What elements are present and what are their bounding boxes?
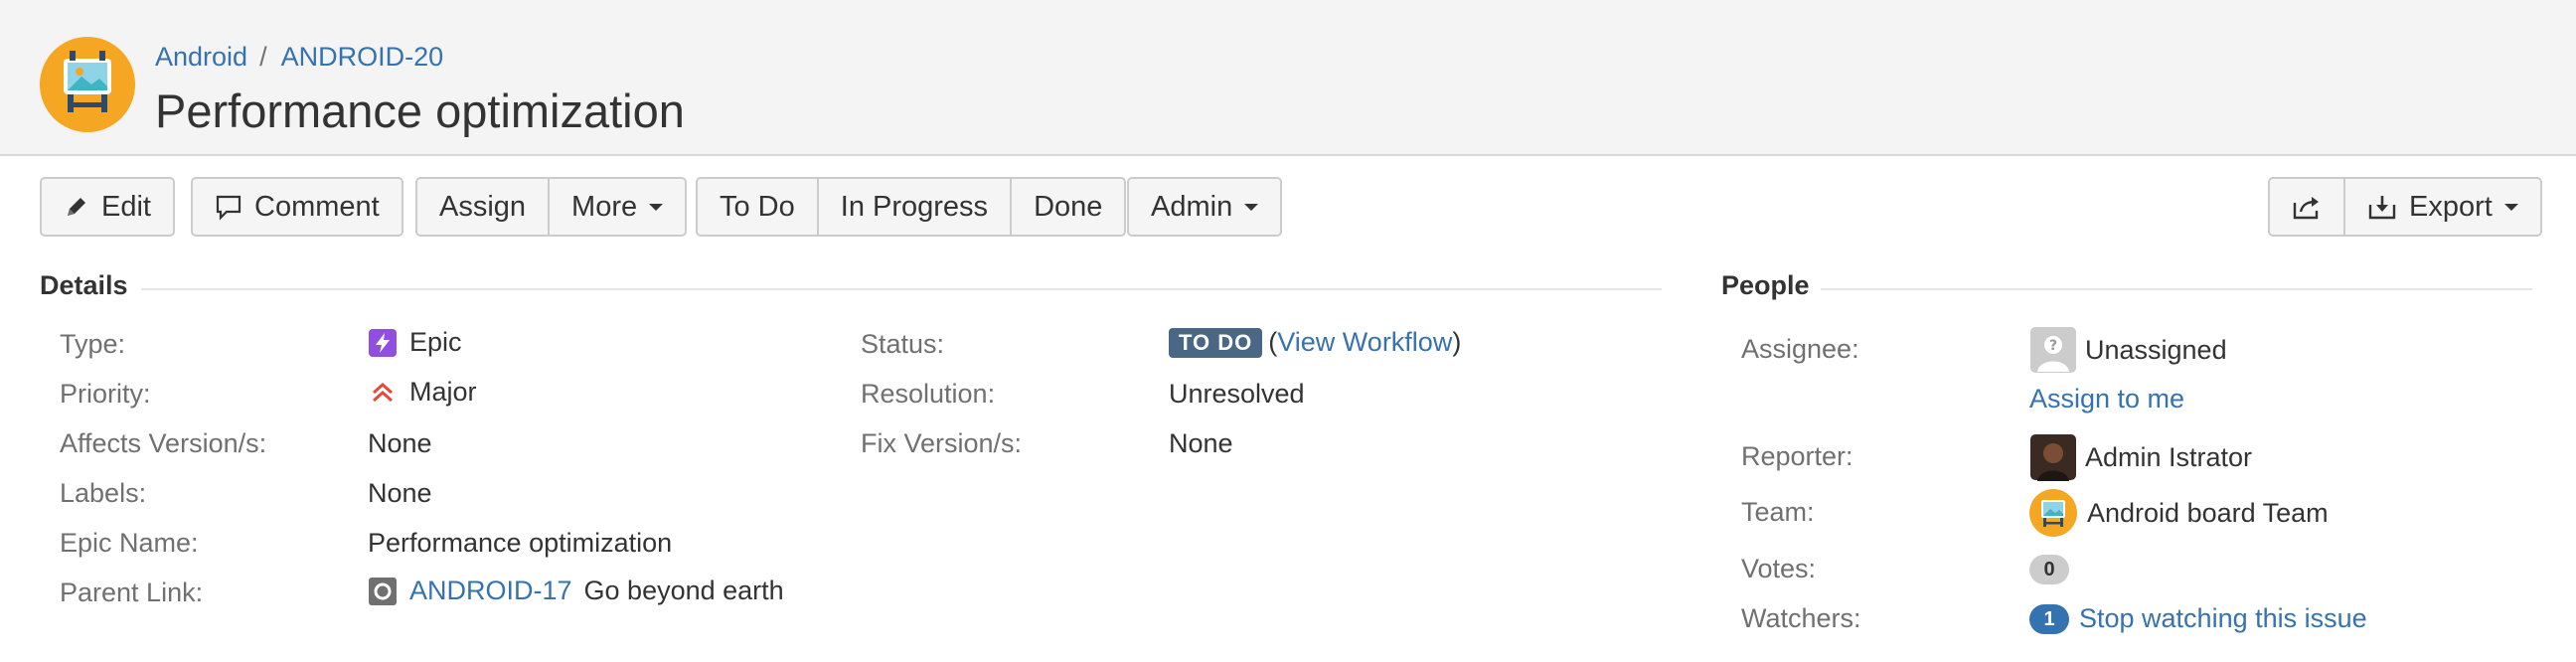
assignee-label: Assignee:	[1741, 334, 1859, 364]
chevron-down-icon	[649, 203, 664, 211]
fix-version-label: Fix Version/s:	[861, 428, 1023, 458]
assign-more-group: Assign More	[415, 177, 688, 237]
in-progress-transition-button[interactable]: In Progress	[816, 177, 1013, 237]
todo-transition-button[interactable]: To Do	[696, 177, 819, 237]
team-label: Team:	[1741, 497, 1815, 527]
team-avatar-icon	[2029, 489, 2077, 537]
labels-label: Labels:	[60, 478, 147, 508]
team-value-text: Android board Team	[2087, 497, 2329, 528]
status-label: Status:	[861, 329, 945, 359]
share-button[interactable]	[2268, 177, 2345, 237]
comment-group: Comment	[191, 177, 403, 237]
watchers-count-badge[interactable]: 1	[2029, 603, 2069, 634]
issue-toolbar: Edit Comment Assign More To Do In Progre…	[0, 177, 2576, 237]
project-avatar[interactable]	[40, 37, 135, 132]
priority-value-text: Major	[409, 377, 477, 407]
admin-button-label: Admin	[1151, 190, 1233, 223]
votes-value: 0	[2029, 555, 2069, 584]
comment-button-label: Comment	[254, 190, 380, 223]
parent-link-label: Parent Link:	[60, 578, 204, 607]
share-icon	[2292, 193, 2322, 221]
watchers-label: Watchers:	[1741, 603, 1861, 633]
epic-icon	[368, 328, 398, 358]
priority-major-icon	[368, 378, 398, 408]
export-button[interactable]: Export	[2343, 177, 2542, 237]
team-value: Android board Team	[2029, 489, 2329, 537]
stop-watching-link[interactable]: Stop watching this issue	[2079, 603, 2367, 634]
edit-button[interactable]: Edit	[40, 177, 175, 237]
assign-to-me-link[interactable]: Assign to me	[2029, 384, 2184, 414]
affects-version-label: Affects Version/s:	[60, 428, 267, 458]
watchers-value: 1 Stop watching this issue	[2029, 603, 2367, 634]
admin-button[interactable]: Admin	[1127, 177, 1283, 237]
type-value: Epic	[368, 327, 462, 358]
status-open-paren: (	[1268, 327, 1278, 357]
comment-icon	[215, 193, 242, 221]
issue-header: Android / ANDROID-20 Performance optimizat…	[0, 0, 2576, 156]
assignee-value: ? Unassigned	[2029, 326, 2227, 374]
status-value: TO DO ( View Workflow )	[1169, 327, 1461, 358]
resolution-value: Unresolved	[1169, 379, 1305, 409]
type-label: Type:	[60, 329, 126, 359]
breadcrumb-issue-key-link[interactable]: ANDROID-20	[281, 42, 444, 72]
votes-label: Votes:	[1741, 554, 1817, 583]
epic-name-value: Performance optimization	[368, 528, 673, 558]
view-workflow-link[interactable]: View Workflow	[1277, 327, 1452, 358]
parent-issue-summary: Go beyond earth	[583, 576, 784, 605]
breadcrumb: Android / ANDROID-20	[155, 40, 443, 74]
more-button[interactable]: More	[548, 177, 688, 237]
download-icon	[2367, 193, 2397, 221]
svg-text:?: ?	[2049, 338, 2057, 354]
breadcrumb-separator: /	[259, 42, 267, 72]
share-export-group: Export	[2268, 177, 2542, 237]
priority-value: Major	[368, 377, 477, 408]
breadcrumb-project-link[interactable]: Android	[155, 42, 247, 72]
more-button-label: More	[571, 190, 638, 223]
edit-button-label: Edit	[101, 190, 151, 223]
parent-issue-link[interactable]: ANDROID-17	[409, 576, 572, 606]
votes-count-badge[interactable]: 0	[2029, 555, 2069, 584]
parent-issue-icon	[368, 577, 398, 606]
pencil-icon	[64, 194, 89, 220]
parent-link-value: ANDROID-17 Go beyond earth	[368, 576, 784, 606]
resolution-label: Resolution:	[861, 379, 996, 409]
priority-label: Priority:	[60, 379, 151, 409]
status-close-paren: )	[1452, 327, 1462, 357]
reporter-avatar	[2029, 433, 2077, 481]
reporter-value: Admin Istrator	[2029, 433, 2252, 481]
edit-group: Edit	[40, 177, 175, 237]
workflow-group: To Do In Progress Done	[696, 177, 1127, 237]
affects-version-value: None	[368, 428, 432, 458]
fix-version-value: None	[1169, 428, 1233, 458]
assign-button[interactable]: Assign	[415, 177, 551, 237]
admin-group: Admin	[1127, 177, 1283, 237]
unassigned-avatar-icon: ?	[2029, 326, 2077, 374]
status-lozenge: TO DO	[1169, 327, 1263, 358]
chevron-down-icon	[2503, 203, 2518, 211]
export-button-label: Export	[2409, 190, 2493, 223]
chevron-down-icon	[1244, 203, 1259, 211]
issue-title: Performance optimization	[155, 84, 685, 137]
people-heading: People	[1721, 270, 1810, 300]
comment-button[interactable]: Comment	[191, 177, 403, 237]
details-heading: Details	[40, 270, 128, 300]
type-value-text: Epic	[409, 327, 462, 357]
reporter-label: Reporter:	[1741, 441, 1853, 471]
assignee-value-text: Unassigned	[2085, 334, 2227, 365]
people-divider	[1821, 288, 2532, 290]
done-transition-button[interactable]: Done	[1010, 177, 1127, 237]
epic-name-label: Epic Name:	[60, 528, 199, 558]
reporter-value-text: Admin Istrator	[2085, 441, 2253, 472]
labels-value: None	[368, 478, 432, 508]
details-divider	[141, 288, 1662, 290]
